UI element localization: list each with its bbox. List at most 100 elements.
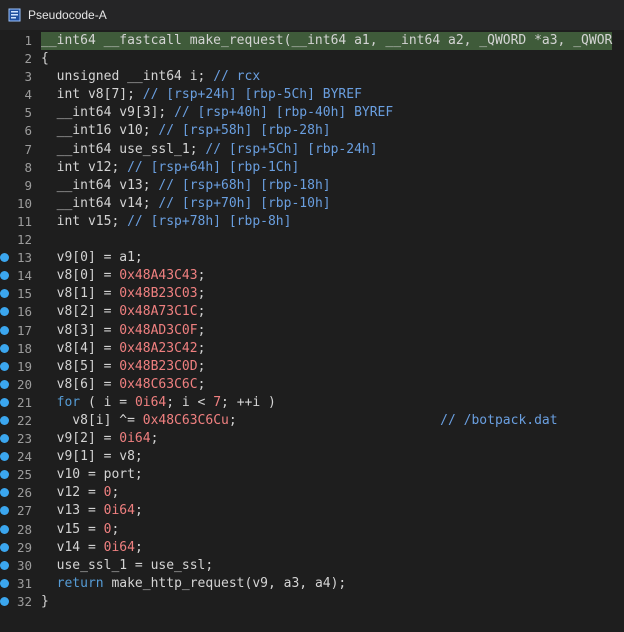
code-text[interactable]: int v15; // [rsp+78h] [rbp-8h] <box>41 213 292 231</box>
code-text[interactable]: v15 = 0; <box>41 521 120 539</box>
code-token: __int64 v14; <box>41 195 159 211</box>
breakpoint-marker-icon[interactable] <box>0 397 9 407</box>
code-text[interactable]: __int64 v13; // [rsp+68h] [rbp-18h] <box>41 177 331 195</box>
code-token: ; <box>197 340 206 356</box>
breakpoint-marker-icon[interactable] <box>0 289 9 299</box>
code-line[interactable]: 16 v8[2] = 0x48A73C1C; <box>0 303 624 321</box>
breakpoint-marker-icon[interactable] <box>0 415 9 425</box>
code-line[interactable]: 2{ <box>0 50 624 68</box>
code-text[interactable]: v8[0] = 0x48A43C43; <box>41 267 206 285</box>
code-line[interactable]: 18 v8[4] = 0x48A23C42; <box>0 340 624 358</box>
code-token: ; <box>134 539 143 555</box>
code-line[interactable]: 11 int v15; // [rsp+78h] [rbp-8h] <box>0 213 624 231</box>
breakpoint-marker-icon[interactable] <box>0 253 9 263</box>
code-text[interactable]: v14 = 0i64; <box>41 539 143 557</box>
pseudocode-view[interactable]: 1 __int64 __fastcall make_request(__int64… <box>0 32 624 612</box>
code-line[interactable]: 13 v9[0] = a1; <box>0 249 624 267</box>
code-text[interactable]: } <box>41 593 49 611</box>
code-line[interactable]: 5 __int64 v9[3]; // [rsp+40h] [rbp-40h] … <box>0 104 624 122</box>
window-titlebar[interactable]: Pseudocode-A <box>0 0 624 30</box>
code-line[interactable]: 26 v12 = 0; <box>0 484 624 502</box>
breakpoint-marker-icon[interactable] <box>0 506 9 516</box>
code-text[interactable]: unsigned __int64 i; // rcx <box>41 68 261 86</box>
code-line[interactable]: 20 v8[6] = 0x48C63C6C; <box>0 376 624 394</box>
breakpoint-marker-icon[interactable] <box>0 271 9 281</box>
breakpoint-marker-icon[interactable] <box>0 361 9 371</box>
breakpoint-marker-icon[interactable] <box>0 560 9 570</box>
code-line[interactable]: 22 v8[i] ^= 0x48C63C6Cu; // /botpack.dat <box>0 412 624 430</box>
code-text[interactable]: v8[4] = 0x48A23C42; <box>41 340 206 358</box>
code-line[interactable]: 25 v10 = port; <box>0 466 624 484</box>
code-line[interactable]: 19 v8[5] = 0x48B23C0D; <box>0 358 624 376</box>
code-text[interactable]: int v8[7]; // [rsp+24h] [rbp-5Ch] BYREF <box>41 86 362 104</box>
code-line[interactable]: 14 v8[0] = 0x48A43C43; <box>0 267 624 285</box>
code-token: ; <box>197 304 206 320</box>
code-line[interactable]: 30 use_ssl_1 = use_ssl; <box>0 557 624 575</box>
code-text[interactable]: __int64 v14; // [rsp+70h] [rbp-10h] <box>41 195 331 213</box>
code-text[interactable]: return make_http_request(v9, a3, a4); <box>41 575 347 593</box>
breakpoint-marker-icon[interactable] <box>0 452 9 462</box>
code-text[interactable]: for ( i = 0i64; i < 7; ++i ) <box>41 394 276 412</box>
code-line[interactable]: 3 unsigned __int64 i; // rcx <box>0 68 624 86</box>
code-text[interactable]: v9[2] = 0i64; <box>41 430 159 448</box>
code-token: v8[1] = <box>41 286 120 302</box>
code-text[interactable]: int v12; // [rsp+64h] [rbp-1Ch] <box>41 159 300 177</box>
code-token: v9[0] = a1; <box>41 250 143 266</box>
code-line[interactable]: 7 __int64 use_ssl_1; // [rsp+5Ch] [rbp-2… <box>0 141 624 159</box>
code-line[interactable]: 24 v9[1] = v8; <box>0 448 624 466</box>
code-text[interactable]: v12 = 0; <box>41 484 120 502</box>
code-text[interactable]: v9[0] = a1; <box>41 249 143 267</box>
breakpoint-marker-icon[interactable] <box>0 542 9 552</box>
code-token: 0i64 <box>134 394 167 410</box>
code-token: 0i64 <box>103 503 135 519</box>
line-number: 9 <box>24 177 32 193</box>
code-text[interactable]: v13 = 0i64; <box>41 502 143 520</box>
code-line[interactable]: 10 __int64 v14; // [rsp+70h] [rbp-10h] <box>0 195 624 213</box>
code-text[interactable]: v8[5] = 0x48B23C0D; <box>41 358 206 376</box>
breakpoint-marker-icon[interactable] <box>0 524 9 534</box>
code-token: ; <box>197 322 206 338</box>
code-text[interactable]: v8[i] ^= 0x48C63C6Cu; // /botpack.dat <box>41 412 557 430</box>
horizontal-scrollbar[interactable] <box>0 618 624 632</box>
code-text[interactable]: use_ssl_1 = use_ssl; <box>41 557 214 575</box>
code-text[interactable]: __int64 v9[3]; // [rsp+40h] [rbp-40h] BY… <box>41 104 394 122</box>
code-line[interactable]: 28 v15 = 0; <box>0 521 624 539</box>
code-line[interactable]: 31 return make_http_request(v9, a3, a4); <box>0 575 624 593</box>
code-line[interactable]: 9 __int64 v13; // [rsp+68h] [rbp-18h] <box>0 177 624 195</box>
code-line[interactable]: 8 int v12; // [rsp+64h] [rbp-1Ch] <box>0 159 624 177</box>
line-number: 24 <box>16 449 32 465</box>
code-line[interactable]: 27 v13 = 0i64; <box>0 502 624 520</box>
code-line[interactable]: 17 v8[3] = 0x48AD3C0F; <box>0 322 624 340</box>
code-line[interactable]: 4 int v8[7]; // [rsp+24h] [rbp-5Ch] BYRE… <box>0 86 624 104</box>
breakpoint-marker-icon[interactable] <box>0 596 9 606</box>
breakpoint-marker-icon[interactable] <box>0 488 9 498</box>
breakpoint-marker-icon[interactable] <box>0 307 9 317</box>
code-text[interactable]: v8[2] = 0x48A73C1C; <box>41 303 206 321</box>
breakpoint-marker-icon[interactable] <box>0 379 9 389</box>
code-line[interactable]: 32} <box>0 593 624 611</box>
breakpoint-marker-icon[interactable] <box>0 470 9 480</box>
line-number: 28 <box>16 521 32 537</box>
code-line[interactable]: 21 for ( i = 0i64; i < 7; ++i ) <box>0 394 624 412</box>
code-text[interactable]: v10 = port; <box>41 466 143 484</box>
breakpoint-marker-icon[interactable] <box>0 578 9 588</box>
code-text[interactable]: { <box>41 50 49 68</box>
code-line[interactable]: 1 __int64 __fastcall make_request(__int64… <box>0 32 624 51</box>
code-line[interactable]: 6 __int16 v10; // [rsp+58h] [rbp-28h] <box>0 122 624 140</box>
code-text[interactable]: v9[1] = v8; <box>41 448 143 466</box>
code-text[interactable]: __int64 __fastcall make_request(__int64 … <box>41 32 613 51</box>
code-token: __int64 v13; <box>41 177 159 193</box>
code-text[interactable]: v8[1] = 0x48B23C03; <box>41 285 206 303</box>
code-text[interactable]: v8[3] = 0x48AD3C0F; <box>41 322 206 340</box>
breakpoint-marker-icon[interactable] <box>0 434 9 444</box>
code-text[interactable]: __int16 v10; // [rsp+58h] [rbp-28h] <box>41 122 331 140</box>
code-line[interactable]: 15 v8[1] = 0x48B23C03; <box>0 285 624 303</box>
code-token: 0x48AD3C0F <box>119 322 198 338</box>
code-line[interactable]: 29 v14 = 0i64; <box>0 539 624 557</box>
code-line[interactable]: 12 <box>0 231 624 249</box>
code-line[interactable]: 23 v9[2] = 0i64; <box>0 430 624 448</box>
code-text[interactable]: v8[6] = 0x48C63C6C; <box>41 376 206 394</box>
breakpoint-marker-icon[interactable] <box>0 343 9 353</box>
code-text[interactable]: __int64 use_ssl_1; // [rsp+5Ch] [rbp-24h… <box>41 141 378 159</box>
breakpoint-marker-icon[interactable] <box>0 325 9 335</box>
